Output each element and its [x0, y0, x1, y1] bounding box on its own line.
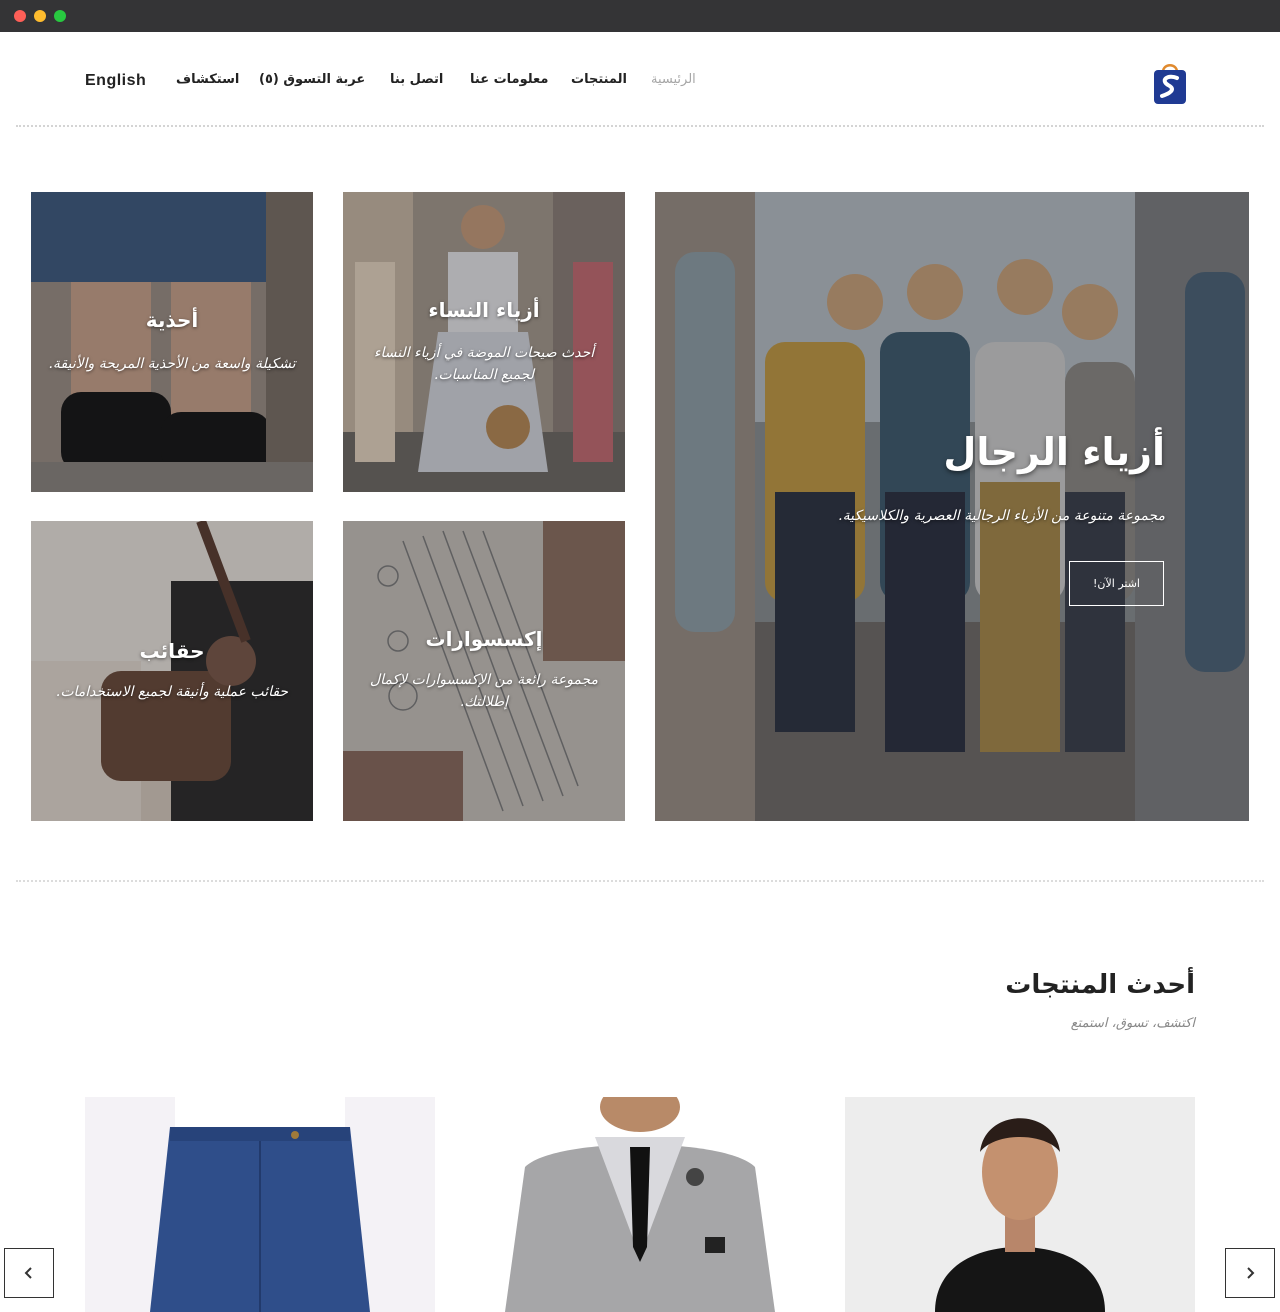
product-image-black-shirt [845, 1097, 1195, 1312]
language-switch[interactable]: English [85, 72, 146, 90]
site-header: الرئيسية المنتجات معلومات عنا اتصل بنا ع… [16, 32, 1264, 127]
product-card[interactable] [465, 1097, 815, 1312]
close-window-button[interactable] [14, 10, 26, 22]
category-men-tile[interactable]: أزياء الرجال مجموعة متنوعة من الأزياء ال… [655, 192, 1249, 821]
women-description: أحدث صيحات الموضة في أزياء النساء لجميع … [373, 345, 595, 383]
accessories-description: مجموعة رائعة من الإكسسوارات لإكمال إطلال… [369, 672, 599, 710]
latest-products-title: أحدث المنتجات [1005, 970, 1195, 1000]
chevron-left-icon [24, 1267, 32, 1279]
bags-title: حقائب [139, 639, 205, 663]
bags-tile-overlay [31, 521, 313, 821]
category-women-tile[interactable]: أزياء النساء أحدث صيحات الموضة في أزياء … [343, 192, 625, 492]
window-titlebar [0, 0, 1280, 32]
category-bags-tile[interactable]: حقائب حقائب عملية وأنيقة لجميع الاستخدام… [31, 521, 313, 821]
shopping-bag-logo[interactable] [1152, 60, 1188, 106]
nav-home[interactable]: الرئيسية [651, 72, 696, 87]
shop-now-button[interactable]: اشتر الآن! [1069, 561, 1164, 606]
men-tile-overlay [655, 192, 1249, 821]
maximize-window-button[interactable] [54, 10, 66, 22]
carousel-prev-button[interactable] [4, 1248, 54, 1298]
men-description: مجموعة متنوعة من الأزياء الرجالية العصري… [838, 508, 1165, 524]
category-shoes-tile[interactable]: أحذية تشكيلة واسعة من الأحذية المريحة وا… [31, 192, 313, 492]
carousel-next-button[interactable] [1225, 1248, 1275, 1298]
nav-products[interactable]: المنتجات [571, 72, 627, 87]
nav-contact[interactable]: اتصل بنا [390, 72, 443, 87]
shoes-title: أحذية [145, 308, 199, 332]
section-divider [16, 880, 1264, 882]
category-accessories-tile[interactable]: إكسسوارات مجموعة رائعة من الإكسسوارات لإ… [343, 521, 625, 821]
product-image-grey-suit [465, 1097, 815, 1312]
nav-cart[interactable]: عربة التسوق (٥) [259, 72, 365, 87]
product-image-blue-jeans [85, 1097, 435, 1312]
minimize-window-button[interactable] [34, 10, 46, 22]
bags-description: حقائب عملية وأنيقة لجميع الاستخدامات. [55, 684, 289, 700]
shoes-tile-overlay [31, 192, 313, 492]
product-card[interactable] [845, 1097, 1195, 1312]
nav-about[interactable]: معلومات عنا [470, 72, 548, 87]
nav-explore[interactable]: استكشاف [176, 72, 239, 87]
chevron-right-icon [1247, 1267, 1255, 1279]
latest-products-subtitle: اكتشف، تسوق، استمتع [1070, 1016, 1195, 1031]
shoes-description: تشكيلة واسعة من الأحذية المريحة والأنيقة… [48, 356, 296, 372]
men-title: أزياء الرجال [943, 430, 1165, 474]
women-title: أزياء النساء [428, 298, 540, 322]
product-card[interactable] [85, 1097, 435, 1312]
accessories-title: إكسسوارات [425, 627, 543, 651]
